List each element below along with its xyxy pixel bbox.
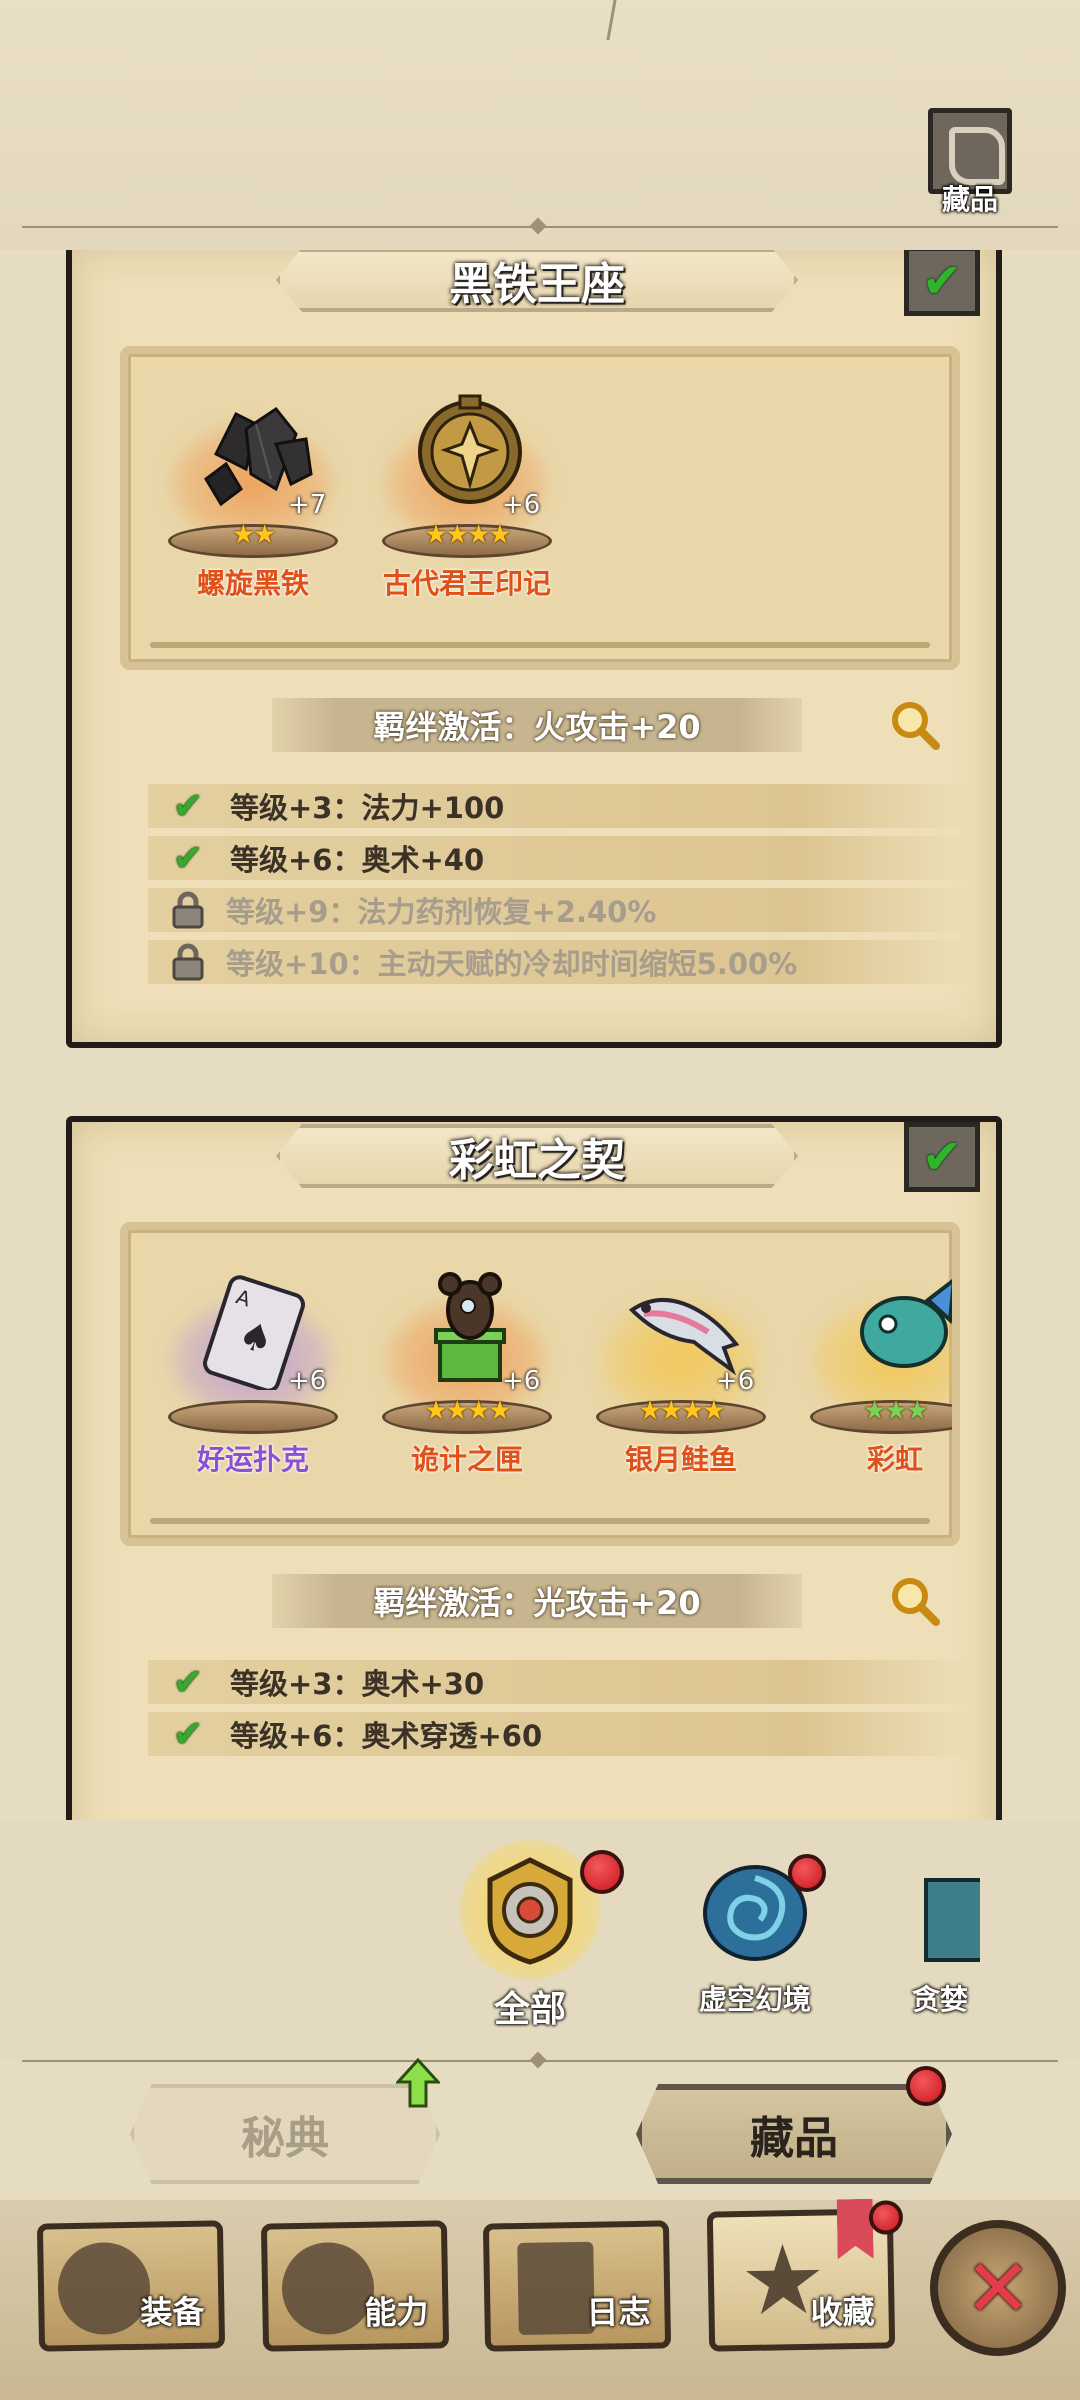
bottom-nav: 装备 能力 日志 ★ 收藏 (0, 2200, 1080, 2400)
bonus-text: 等级+9：法力药剂恢复+2.40% (226, 895, 657, 929)
notification-dot (580, 1850, 624, 1894)
collection-mode-button[interactable]: 藏品 (636, 2084, 952, 2184)
item-level: +7 (288, 490, 327, 520)
category-label: 全部 (493, 1989, 566, 2030)
item-stars: ★★★ (863, 1396, 929, 1426)
item-stars: ★★★★ (424, 520, 511, 550)
nav-label: 装备 (140, 2292, 205, 2332)
item-name: 好运扑克 (196, 1443, 309, 1476)
item-name: 古代君王印记 (382, 567, 551, 600)
bonus-text: 等级+6：奥术穿透+60 (230, 1719, 543, 1753)
set-items-box[interactable]: A ♠ +6 好运扑克 ★★★★ +6 诡计之匣 ★★★★ +6 银月鲑鱼 ★★… (120, 1222, 960, 1546)
item-level: +6 (288, 1366, 327, 1396)
axe-icon (57, 2241, 151, 2336)
set-panel-rainbow-pact: 彩虹之契 ✔ A ♠ +6 好运扑克 ★★★★ +6 诡计之匣 ★★★★ +6 … (66, 1116, 1002, 1820)
item-pedestal (168, 1400, 338, 1434)
items-scrollbar[interactable] (150, 1518, 930, 1524)
bonus-row: 等级+10：主动天赋的冷却时间缩短5.00% (148, 940, 968, 984)
magnifier-icon[interactable] (888, 1574, 942, 1628)
notification-dot (906, 2066, 946, 2106)
nav-label: 收藏 (810, 2292, 875, 2332)
check-icon: ✔ (172, 785, 204, 827)
item-stars: ★★★★ (638, 1396, 725, 1426)
set-complete-badge[interactable]: ✔ (904, 250, 980, 316)
close-button[interactable]: ✕ (930, 2220, 1066, 2356)
collection-shortcut-label: 藏品 (941, 183, 998, 216)
bonus-row: 等级+9：法力药剂恢复+2.40% (148, 888, 968, 932)
lock-icon (172, 891, 204, 929)
mode-divider (22, 2060, 1058, 2062)
notification-dot (868, 2200, 904, 2235)
ability-ring-icon (281, 2241, 375, 2336)
nav-journal[interactable]: 日志 (482, 2220, 672, 2352)
item-spiral-black-iron[interactable]: ★★ +7 螺旋黑铁 (158, 384, 348, 614)
bonus-text: 等级+3：奥术+30 (230, 1667, 485, 1701)
lock-icon (172, 943, 204, 981)
item-level: +6 (716, 1366, 755, 1396)
codex-mode-button[interactable]: 秘典 (130, 2084, 440, 2184)
category-void-realm[interactable]: 虚空幻境 (680, 1850, 830, 2030)
bond-bonus: 羁绊激活：火攻击+20 (272, 698, 802, 752)
nav-ability[interactable]: 能力 (260, 2220, 450, 2352)
checkmark-icon: ✔ (921, 253, 963, 309)
bonus-row: ✔ 等级+3：奥术+30 (148, 1660, 968, 1704)
greed-icon (924, 1878, 980, 1962)
bonus-text: 等级+6：奥术+40 (230, 843, 485, 877)
nav-label: 能力 (364, 2292, 429, 2332)
item-stars: ★★ (231, 520, 277, 550)
bookmark-icon (837, 2199, 874, 2260)
bonus-text: 等级+3：法力+100 (230, 791, 505, 825)
category-label: 贪婪 (912, 1983, 969, 2016)
all-category-shield-icon (487, 1857, 573, 1965)
item-rainbow-fish[interactable]: ★★★ 彩虹 (800, 1260, 952, 1490)
category-all[interactable]: 全部 (440, 1840, 624, 2040)
category-greed[interactable]: 贪婪 (900, 1850, 980, 2030)
bonus-row: ✔ 等级+6：奥术+40 (148, 836, 968, 880)
upgrade-arrow-icon (396, 2058, 440, 2108)
check-icon: ✔ (172, 1661, 204, 1703)
magnifier-icon[interactable] (888, 698, 942, 752)
set-complete-badge[interactable]: ✔ (904, 1122, 980, 1192)
item-level: +6 (502, 490, 541, 520)
item-trick-box[interactable]: ★★★★ +6 诡计之匣 (372, 1260, 562, 1490)
rainbow-fish-icon (860, 1279, 952, 1368)
top-divider (22, 226, 1058, 228)
check-icon: ✔ (172, 1713, 204, 1755)
nav-equipment[interactable]: 装备 (36, 2220, 226, 2352)
bonus-text: 等级+10：主动天赋的冷却时间缩短5.00% (226, 947, 798, 981)
item-level: +6 (502, 1366, 541, 1396)
nav-label: 日志 (586, 2292, 651, 2332)
journal-icon (517, 2241, 595, 2336)
item-silver-moon-salmon[interactable]: ★★★★ +6 银月鲑鱼 (586, 1260, 776, 1490)
bond-bonus: 羁绊激活：光攻击+20 (272, 1574, 802, 1628)
set-items-box[interactable]: ★★ +7 螺旋黑铁 ★★★★ +6 古代君王印记 (120, 346, 960, 670)
item-name: 彩虹 (866, 1443, 923, 1476)
collection-shortcut-button[interactable]: 藏品 (922, 108, 1018, 218)
set-list[interactable]: 黑铁王座 ✔ ★★ +7 螺旋黑铁 ★★★★ +6 古代君王印记 羁绊激活：火攻… (0, 250, 1080, 1820)
item-lucky-poker[interactable]: A ♠ +6 好运扑克 (158, 1260, 348, 1490)
item-name: 螺旋黑铁 (196, 567, 309, 600)
item-stars: ★★★★ (424, 1396, 511, 1426)
item-name: 银月鲑鱼 (624, 1443, 737, 1476)
items-scrollbar[interactable] (150, 642, 930, 648)
category-label: 虚空幻境 (698, 1983, 811, 2016)
nav-collection[interactable]: ★ 收藏 (706, 2208, 904, 2352)
set-panel-black-iron-throne: 黑铁王座 ✔ ★★ +7 螺旋黑铁 ★★★★ +6 古代君王印记 羁绊激活：火攻… (66, 250, 1002, 1048)
bonus-row: ✔ 等级+6：奥术穿透+60 (148, 1712, 968, 1756)
item-name: 诡计之匣 (410, 1443, 523, 1476)
notification-dot (788, 1854, 826, 1892)
item-ancient-king-seal[interactable]: ★★★★ +6 古代君王印记 (372, 384, 562, 614)
bonus-row: ✔ 等级+3：法力+100 (148, 784, 968, 828)
close-icon: ✕ (964, 2241, 1032, 2335)
check-icon: ✔ (172, 837, 204, 879)
top-background (0, 0, 1080, 250)
category-strip[interactable]: 全部 虚空幻境 贪婪 (0, 1820, 1080, 2060)
set-title: 彩虹之契 (276, 1124, 798, 1188)
set-title: 黑铁王座 (276, 250, 798, 312)
checkmark-icon: ✔ (921, 1129, 963, 1185)
